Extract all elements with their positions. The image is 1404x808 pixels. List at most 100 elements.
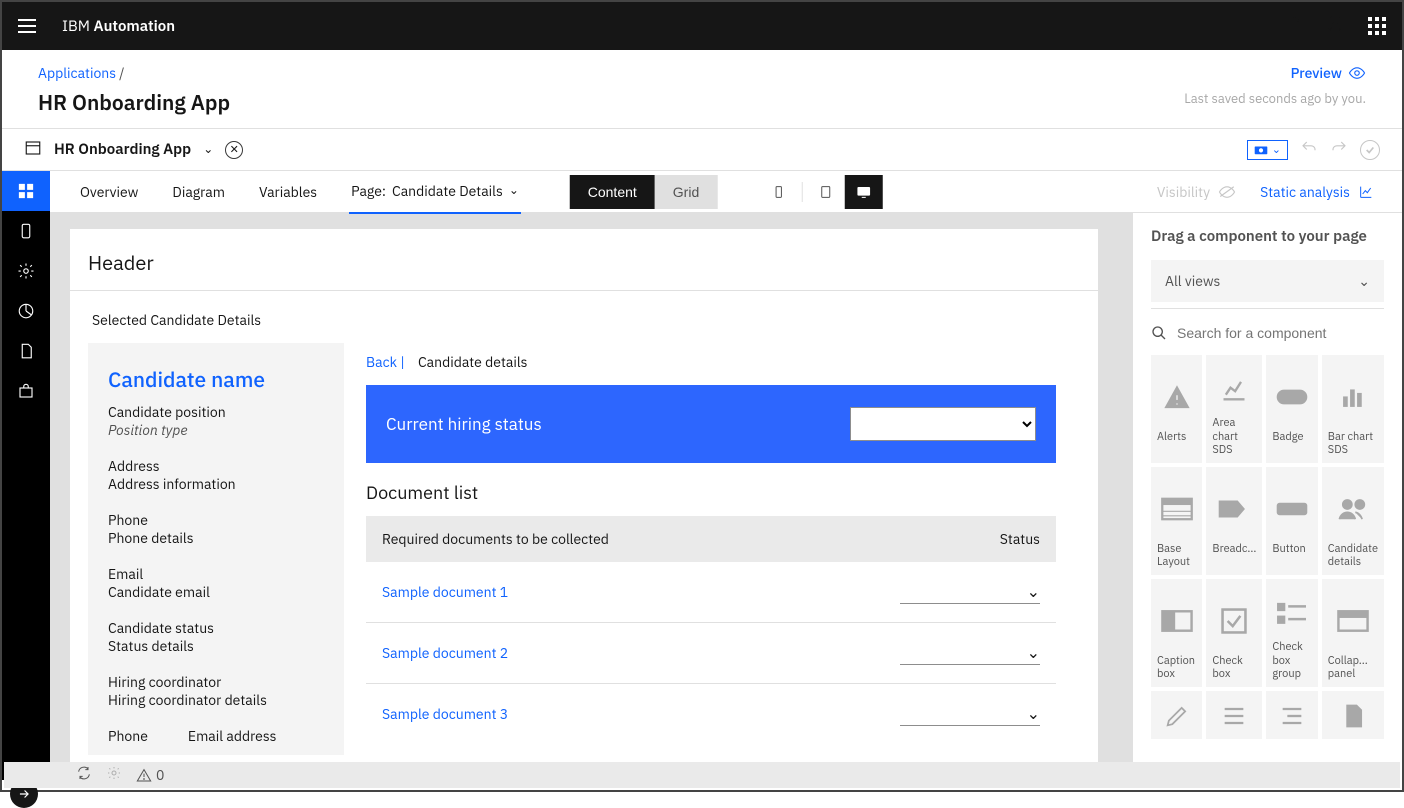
content-toggle-button[interactable]: Content: [570, 175, 655, 209]
comp-bar-chart[interactable]: Bar chart SDS: [1322, 355, 1384, 463]
doc-table-header: Required documents to be collected Statu…: [366, 516, 1056, 562]
comp-caption-box[interactable]: Caption box: [1151, 579, 1202, 687]
undo-icon[interactable]: [1300, 139, 1318, 161]
hiring-status-select[interactable]: [850, 407, 1036, 441]
device-phone-button[interactable]: [759, 175, 797, 209]
email-label: Email: [108, 565, 324, 583]
bar-chart-icon: [1336, 383, 1370, 411]
close-icon[interactable]: ✕: [225, 141, 243, 159]
context-app-name: HR Onboarding App: [54, 140, 191, 159]
comp-collapse-panel[interactable]: Collap... panel: [1322, 579, 1384, 687]
doc-status-select[interactable]: [900, 641, 1040, 665]
validation-status-icon[interactable]: [1360, 140, 1380, 160]
eye-icon: [1348, 64, 1366, 82]
button-icon: OK: [1275, 495, 1309, 523]
rail-item-mobile[interactable]: [2, 211, 50, 251]
static-analysis-button[interactable]: Static analysis: [1260, 183, 1374, 201]
rail-item-toolbox[interactable]: [2, 371, 50, 411]
comp-candidate-details[interactable]: Candidate details: [1322, 467, 1384, 575]
detail-right-column: Back | Candidate details Current hiring …: [366, 343, 1080, 755]
chevron-down-icon[interactable]: ⌄: [509, 183, 519, 198]
doc-status-select[interactable]: [900, 580, 1040, 604]
status-bar: 0: [4, 762, 1400, 788]
comp-badge[interactable]: 10Badge: [1266, 355, 1317, 463]
doc-link[interactable]: Sample document 1: [382, 583, 900, 601]
last-saved-label: Last saved seconds ago by you.: [1184, 90, 1366, 107]
brand-label: IBM Automation: [62, 17, 175, 36]
breadcrumb-root-link[interactable]: Applications: [38, 64, 116, 82]
doc-status-select[interactable]: [900, 702, 1040, 726]
canvas-scroll[interactable]: Header Selected Candidate Details Candid…: [50, 213, 1132, 780]
comp-area-chart[interactable]: Area chart SDS: [1206, 355, 1262, 463]
tab-diagram[interactable]: Diagram: [170, 171, 227, 213]
tab-overview[interactable]: Overview: [78, 171, 140, 213]
left-tool-rail: [2, 171, 50, 780]
doc-link[interactable]: Sample document 2: [382, 644, 900, 662]
document-list: Document list Required documents to be c…: [366, 481, 1056, 744]
coordinator-value: Hiring coordinator details: [108, 691, 324, 709]
warning-icon: [136, 767, 152, 783]
comp-alerts[interactable]: Alerts: [1151, 355, 1202, 463]
app-switcher-icon[interactable]: [1368, 17, 1386, 35]
tab-page[interactable]: Page: Candidate Details ⌄: [349, 170, 521, 214]
device-desktop-button[interactable]: [844, 175, 882, 209]
search-icon: [1151, 325, 1167, 341]
hamburger-icon[interactable]: [18, 16, 38, 36]
edit-icon: [1160, 702, 1194, 730]
address-label: Address: [108, 457, 324, 475]
status-label: Candidate status: [108, 619, 324, 637]
rail-item-file[interactable]: [2, 331, 50, 371]
doc-link[interactable]: Sample document 3: [382, 705, 900, 723]
candidate-card: Candidate name Candidate position Positi…: [88, 343, 344, 755]
phone2-label: Phone: [108, 727, 148, 745]
document-icon[interactable]: [1284, 15, 1302, 37]
back-link[interactable]: Back |: [366, 353, 405, 371]
doc-row: Sample document 2: [366, 623, 1056, 684]
comp-checkbox[interactable]: Check box: [1206, 579, 1262, 687]
grid-toggle-button[interactable]: Grid: [655, 175, 717, 209]
breadcrumb-separator: /: [119, 64, 124, 82]
page-canvas: Header Selected Candidate Details Candid…: [70, 229, 1098, 780]
comp-placeholder[interactable]: [1266, 691, 1317, 739]
redo-icon[interactable]: [1330, 139, 1348, 161]
palette-search: [1151, 319, 1384, 355]
col-required: Required documents to be collected: [382, 530, 1000, 548]
badge-icon: 10: [1275, 383, 1309, 411]
comp-base-layout[interactable]: Base Layout: [1151, 467, 1202, 575]
visibility-toggle[interactable]: Visibility: [1157, 183, 1236, 201]
app-context-bar: HR Onboarding App ⌄ ✕ ⌄: [2, 129, 1402, 171]
email-value: Candidate email: [108, 583, 324, 601]
editor-tabbar: Overview Diagram Variables Page: Candida…: [50, 171, 1402, 213]
list-icon: [1217, 702, 1251, 730]
content-grid-toggle: Content Grid: [570, 175, 883, 209]
global-header: IBM Automation: [2, 2, 1402, 50]
chevron-down-icon[interactable]: ⌄: [203, 142, 213, 157]
comp-placeholder[interactable]: [1206, 691, 1262, 739]
gear-icon[interactable]: [106, 765, 122, 785]
search-input[interactable]: [1177, 325, 1384, 341]
comp-breadcrumb[interactable]: Breadc...: [1206, 467, 1262, 575]
tab-variables[interactable]: Variables: [257, 171, 319, 213]
section-subtitle: Selected Candidate Details: [88, 291, 1080, 343]
comp-button[interactable]: OKButton: [1266, 467, 1317, 575]
component-palette: Drag a component to your page All views⌄…: [1132, 213, 1402, 780]
area-chart-icon: [1217, 376, 1251, 404]
screenshot-button[interactable]: ⌄: [1247, 140, 1288, 160]
comp-checkbox-group[interactable]: Check box group: [1266, 579, 1317, 687]
sync-icon[interactable]: [76, 765, 92, 785]
comp-placeholder[interactable]: [1151, 691, 1202, 739]
layout-icon: [1160, 495, 1194, 523]
comp-placeholder[interactable]: [1322, 691, 1384, 739]
views-dropdown[interactable]: All views⌄: [1151, 260, 1384, 302]
preview-button[interactable]: Preview: [1291, 64, 1366, 82]
warnings-count[interactable]: 0: [136, 766, 164, 784]
rail-item-layout[interactable]: [2, 171, 50, 211]
collapse-panel-icon: [1336, 607, 1370, 635]
subheader: Applications/ HR Onboarding App Preview …: [2, 50, 1402, 129]
user-avatar-icon[interactable]: [1326, 15, 1344, 37]
rail-item-data[interactable]: [2, 291, 50, 331]
device-tablet-button[interactable]: [806, 175, 844, 209]
rail-item-settings[interactable]: [2, 251, 50, 291]
doc-row: Sample document 1: [366, 562, 1056, 623]
checkbox-icon: [1217, 607, 1251, 635]
